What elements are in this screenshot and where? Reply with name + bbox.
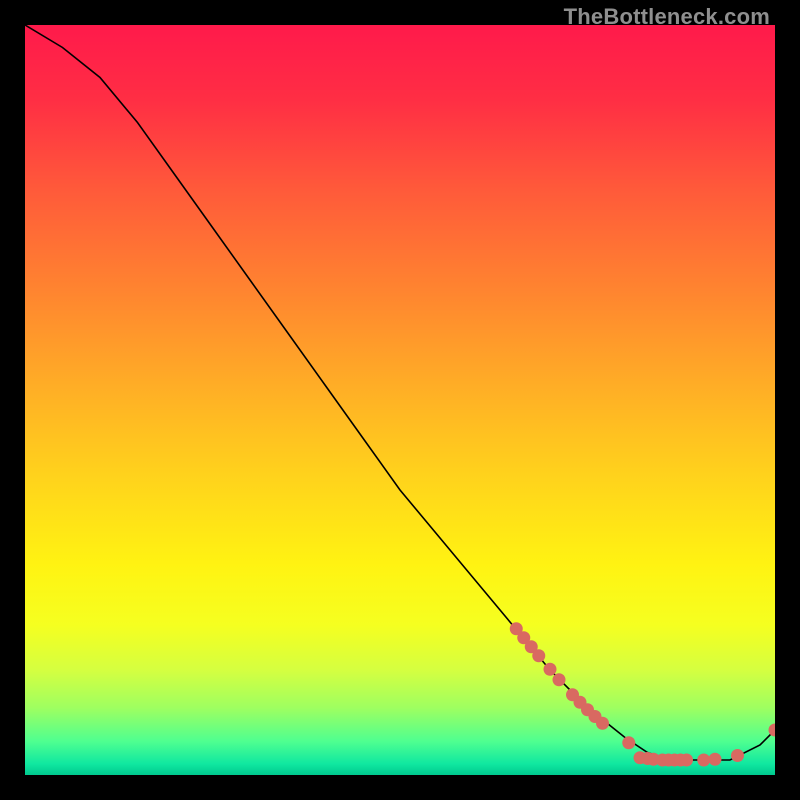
curve-marker	[731, 749, 744, 762]
curve-marker	[709, 753, 722, 766]
curve-marker	[553, 673, 566, 686]
chart-background-gradient	[25, 25, 775, 775]
bottleneck-chart	[25, 25, 775, 775]
curve-marker	[532, 649, 545, 662]
chart-container	[25, 25, 775, 775]
curve-marker	[622, 736, 635, 749]
curve-marker	[697, 754, 710, 767]
curve-marker	[680, 754, 693, 767]
curve-marker	[544, 663, 557, 676]
curve-marker	[596, 717, 609, 730]
